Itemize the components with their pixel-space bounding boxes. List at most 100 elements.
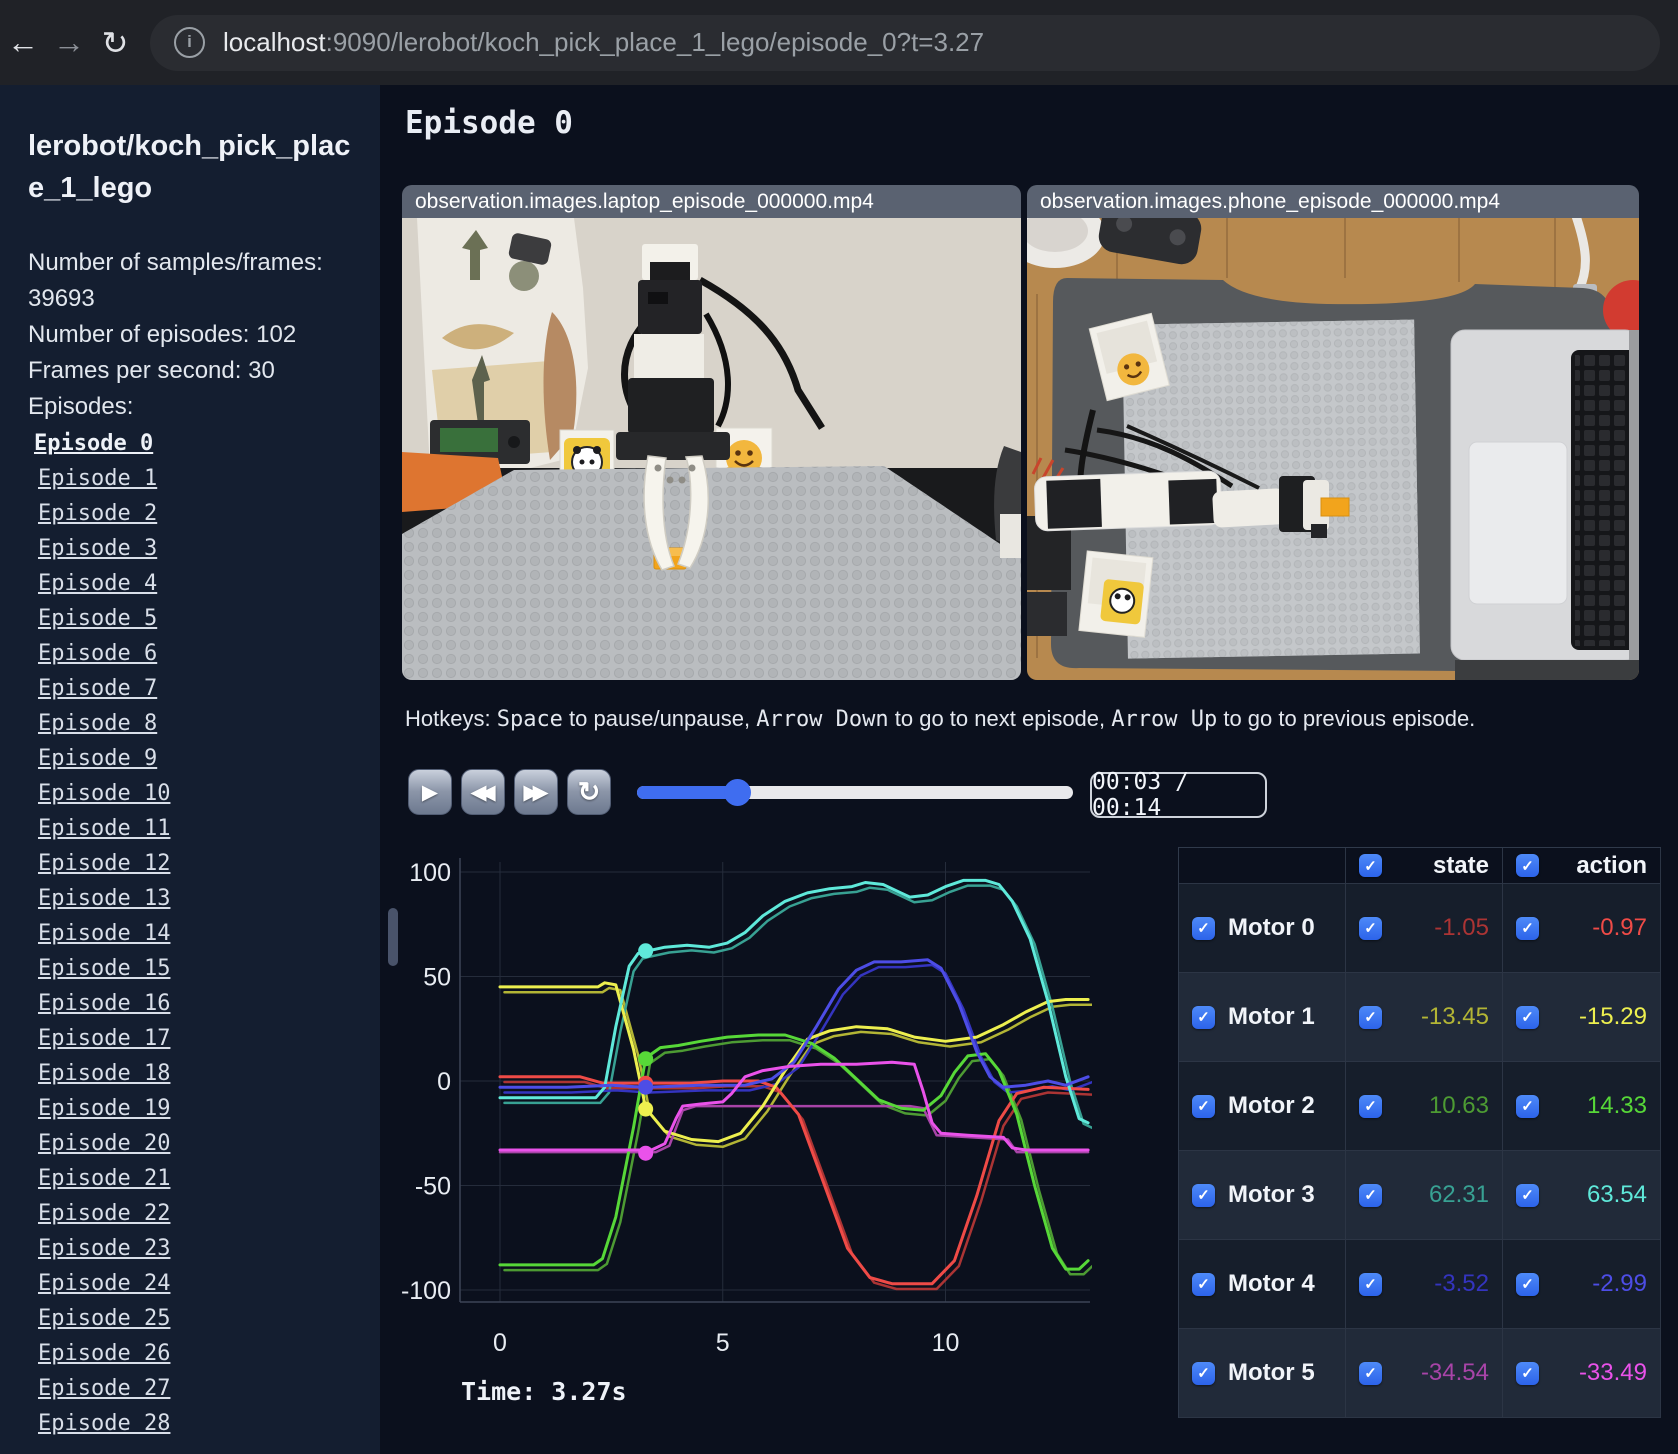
motor-name: Motor 3 [1228,1181,1315,1208]
checkbox[interactable]: ✓ [1192,1094,1215,1118]
checkbox[interactable]: ✓ [1359,1361,1382,1385]
motor-row-label: ✓ Motor 0 [1179,884,1346,973]
checkbox[interactable]: ✓ [1192,916,1215,940]
episode-link[interactable]: Episode 5 [28,601,358,636]
motor-action-value: -33.49 [1578,1359,1647,1386]
back-icon[interactable]: ← [0,24,46,61]
motor-name: Motor 4 [1228,1270,1315,1297]
motor-state-value: 10.63 [1428,1092,1489,1119]
episode-link[interactable]: Episode 16 [28,986,358,1021]
episode-link[interactable]: Episode 4 [28,566,358,601]
checkbox[interactable]: ✓ [1516,1361,1539,1385]
motor-state-value: -13.45 [1420,1003,1489,1030]
hotkeys-segment: to go to next episode, [888,706,1112,731]
checkbox[interactable]: ✓ [1359,1272,1382,1296]
motor-name: Motor 2 [1228,1092,1315,1119]
episode-link[interactable]: Episode 22 [28,1196,358,1231]
episode-link[interactable]: Episode 10 [28,776,358,811]
reload-icon[interactable]: ↻ [92,24,138,62]
motor-action-cell: ✓ 14.33 [1503,1062,1661,1151]
episode-link[interactable]: Episode 12 [28,846,358,881]
motor-action-value: 63.54 [1586,1181,1647,1208]
orange-lego-brick [1320,497,1350,517]
episode-link[interactable]: Episode 27 [28,1371,358,1406]
checkbox[interactable]: ✓ [1516,1005,1539,1029]
episode-link[interactable]: Episode 20 [28,1126,358,1161]
episode-list: Episode 0 Episode 1 Episode 2 Episode 3 Epis… [28,426,358,1441]
checkbox[interactable]: ✓ [1516,1183,1539,1207]
url-host: localhost [223,27,326,57]
motor-state-value: 62.31 [1428,1181,1489,1208]
motor-state-cell: ✓ -3.52 [1346,1240,1503,1329]
checkbox[interactable]: ✓ [1516,916,1539,940]
dataset-title: lerobot/koch_pick_place_1_lego [28,130,351,204]
hotkeys-segment: Arrow Down [756,707,889,732]
forward-icon[interactable]: → [46,24,92,61]
episode-link[interactable]: Episode 13 [28,881,358,916]
episode-link[interactable]: Episode 14 [28,916,358,951]
video-panel-phone: observation.images.phone_episode_000000.… [1027,185,1639,680]
motor-name: Motor 0 [1228,914,1315,941]
phone-camera-video[interactable] [1027,218,1639,680]
laptop-camera-video[interactable] [402,218,1021,680]
episode-link[interactable]: Episode 2 [28,496,358,531]
svg-text:0: 0 [493,1329,507,1357]
episode-link[interactable]: Episode 15 [28,951,358,986]
stat-fps: Frames per second: 30 [28,357,275,384]
episode-link[interactable]: Episode 19 [28,1091,358,1126]
svg-text:0: 0 [437,1068,451,1096]
motor-action-value: -0.97 [1592,914,1647,941]
motor-action-cell: ✓ -0.97 [1503,884,1661,973]
svg-text:-50: -50 [415,1173,451,1201]
checkbox[interactable]: ✓ [1359,1094,1382,1118]
column-label: action [1576,851,1647,879]
episode-link[interactable]: Episode 24 [28,1266,358,1301]
motor-timeseries-chart[interactable]: 0 5 10 100 50 0 -50 -100 [380,800,1120,1454]
seek-slider[interactable] [637,779,1073,806]
checkbox[interactable]: ✓ [1359,854,1382,877]
episode-link[interactable]: Episode 1 [28,461,358,496]
hotkeys-segment: Space [496,707,563,732]
table-corner-cell [1179,848,1346,884]
episode-link[interactable]: Episode 7 [28,671,358,706]
motor-name: Motor 5 [1228,1359,1315,1386]
video-title-phone: observation.images.phone_episode_000000.… [1027,185,1639,218]
motor-state-value: -1.05 [1434,914,1489,941]
checkbox[interactable]: ✓ [1192,1005,1215,1029]
address-bar[interactable]: i localhost:9090/lerobot/koch_pick_place… [150,14,1660,71]
checkbox[interactable]: ✓ [1359,916,1382,940]
episode-link[interactable]: Episode 17 [28,1021,358,1056]
episode-link[interactable]: Episode 23 [28,1231,358,1266]
motor-row-label: ✓ Motor 2 [1179,1062,1346,1151]
checkbox[interactable]: ✓ [1192,1272,1215,1296]
episode-link[interactable]: Episode 8 [28,706,358,741]
page-title: Episode 0 [405,105,573,141]
episode-link[interactable]: Episode 26 [28,1336,358,1371]
site-info-icon[interactable]: i [174,27,205,58]
episode-link[interactable]: Episode 9 [28,741,358,776]
checkbox[interactable]: ✓ [1516,1272,1539,1296]
episode-link[interactable]: Episode 3 [28,531,358,566]
checkbox[interactable]: ✓ [1516,1094,1539,1118]
motor-state-value: -34.54 [1420,1359,1489,1386]
episode-link[interactable]: Episode 28 [28,1406,358,1441]
main-content: Episode 0 observation.images.laptop_epis… [380,85,1678,1454]
hotkeys-segment: Arrow Up [1111,707,1218,732]
url-text[interactable]: localhost:9090/lerobot/koch_pick_place_1… [223,27,984,58]
episode-link[interactable]: Episode 25 [28,1301,358,1336]
motor-state-value: -3.52 [1434,1270,1489,1297]
episode-link[interactable]: Episode 11 [28,811,358,846]
scrollbar-thumb[interactable] [388,908,398,966]
motor-state-cell: ✓ 62.31 [1346,1151,1503,1240]
episode-link[interactable]: Episode 21 [28,1161,358,1196]
checkbox[interactable]: ✓ [1516,854,1539,877]
checkbox[interactable]: ✓ [1192,1361,1215,1385]
checkbox[interactable]: ✓ [1359,1183,1382,1207]
column-label: state [1432,851,1489,879]
checkbox[interactable]: ✓ [1359,1005,1382,1029]
episode-link[interactable]: Episode 0 [28,426,358,461]
episode-link[interactable]: Episode 18 [28,1056,358,1091]
hotkeys-segment: to pause/unpause, [562,706,757,731]
checkbox[interactable]: ✓ [1192,1183,1215,1207]
episode-link[interactable]: Episode 6 [28,636,358,671]
